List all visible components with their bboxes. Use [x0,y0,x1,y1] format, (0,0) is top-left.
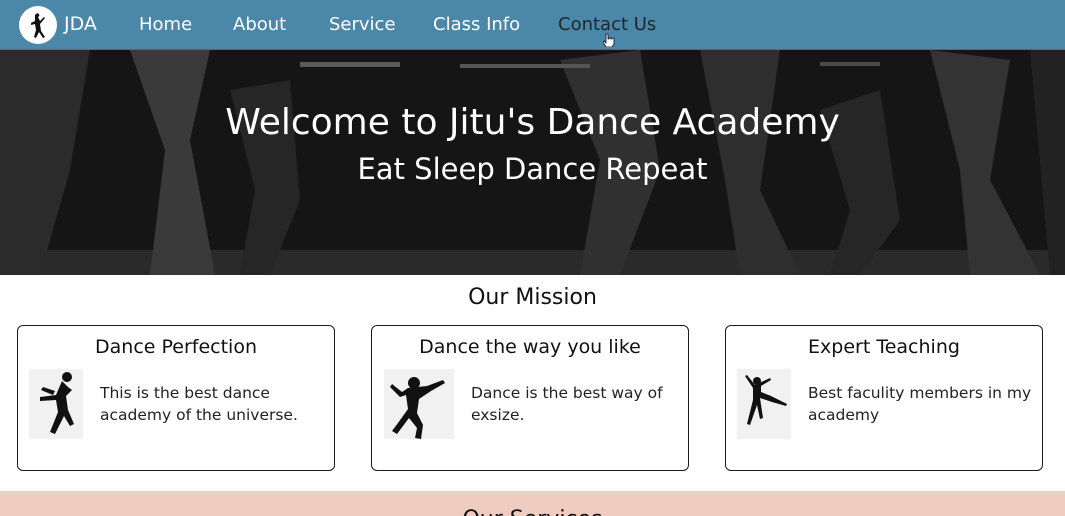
nav-home[interactable]: Home [139,14,192,35]
brand-link[interactable]: JDA [64,13,97,35]
nav-service[interactable]: Service [329,14,396,35]
card-text: Dance is the best way of exsize. [471,384,663,424]
nav-contact-us[interactable]: Contact Us [558,14,656,35]
hero-subtitle: Eat Sleep Dance Repeat [357,152,708,186]
card-title: Dance Perfection [95,336,257,358]
mission-card-dance-the-way: Dance the way you like Dance is the best… [371,325,689,471]
mission-card-dance-perfection: Dance Perfection This is the best dance … [17,325,335,471]
breakdancer-silhouette-icon [29,369,83,439]
nav-class-info[interactable]: Class Info [433,14,520,35]
hero-title: Welcome to Jitu's Dance Academy [225,102,840,143]
ballet-dancer-silhouette-icon [737,369,791,439]
mission-card-expert-teaching: Expert Teaching Best faculity members in… [725,325,1043,471]
hero-banner: Welcome to Jitu's Dance Academy Eat Slee… [0,50,1065,275]
services-section: Our Services [0,491,1065,516]
hiphop-dancer-silhouette-icon [384,369,454,439]
card-text: This is the best dance academy of the un… [100,384,298,424]
nav-about[interactable]: About [233,14,286,35]
mission-heading: Our Mission [468,285,597,310]
services-heading: Our Services [0,507,1065,516]
dancer-logo-icon[interactable] [19,6,57,44]
hand-pointer-cursor-icon [603,33,615,47]
card-text: Best faculity members in my academy [808,384,1032,424]
card-title: Expert Teaching [808,336,960,358]
navbar: JDA Home About Service Class Info Contac… [0,0,1065,50]
card-title: Dance the way you like [419,336,641,358]
